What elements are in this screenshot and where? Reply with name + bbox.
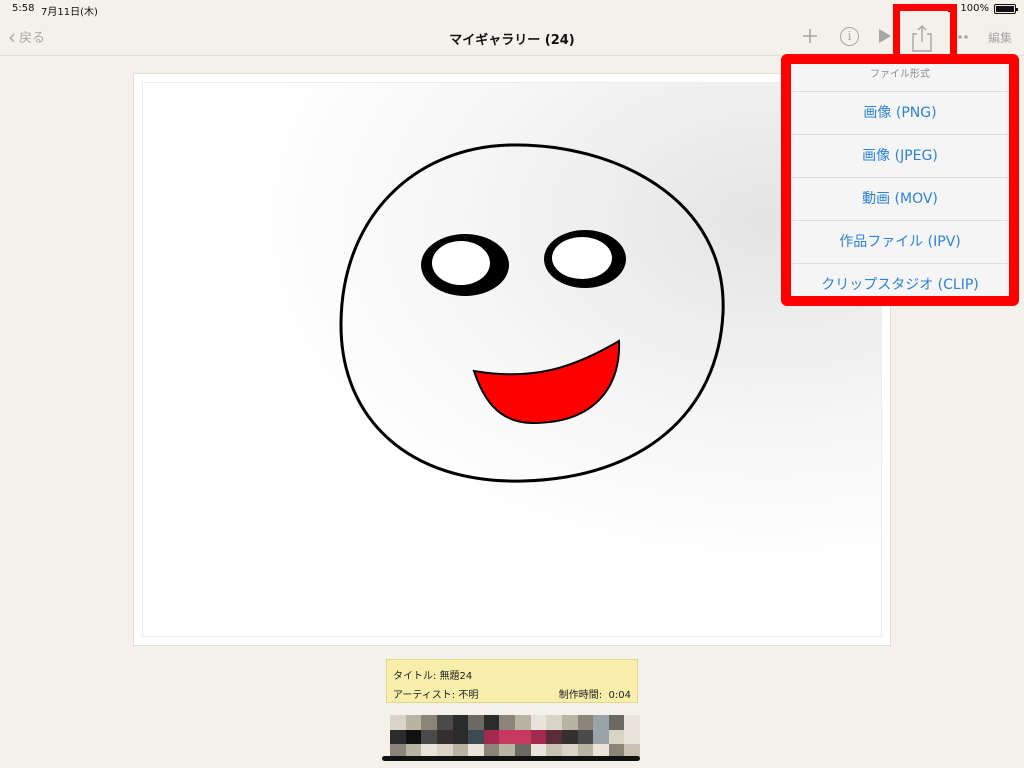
thumbnail-pixel: [577, 729, 594, 745]
thumbnail-pixel: [483, 729, 500, 745]
thumbnail-pixel: [468, 715, 484, 730]
thumbnail-pixel: [608, 715, 625, 730]
artist-label: アーティスト:: [393, 690, 456, 701]
thumbnail-pixel: [624, 715, 640, 730]
thumbnail-pixel: [546, 729, 562, 745]
title-label: タイトル:: [393, 671, 437, 682]
thumbnail-pixel: [390, 729, 406, 745]
title-value: 無題24: [439, 671, 473, 682]
thumbnail-pixel: [405, 729, 422, 745]
thumbnail-pixel: [561, 715, 578, 730]
title-row: タイトル: 無題24: [393, 667, 472, 682]
thumbnail-pixel: [436, 715, 453, 730]
thumbnail-pixel: [515, 729, 531, 745]
face-outline: [339, 143, 725, 483]
time-row: 制作時間: 0:04: [559, 686, 631, 701]
artist-row: アーティスト: 不明: [393, 686, 478, 701]
thumbnail-pixel: [421, 715, 437, 730]
thumbnail-strip[interactable]: [390, 715, 640, 759]
thumbnail-pixel: [390, 715, 406, 730]
mouth: [472, 339, 621, 425]
thumbnail-pixel: [452, 715, 469, 730]
thumbnail-pixel: [499, 715, 515, 730]
thumbnail-pixel: [577, 715, 594, 730]
status-bar: 5:58 7月11日(木) 100%: [0, 0, 1024, 18]
thumbnail-pixel: [546, 715, 562, 730]
more-icon[interactable]: [958, 35, 972, 39]
plus-icon[interactable]: [802, 28, 818, 44]
play-icon[interactable]: [879, 29, 891, 43]
navigation-bar: ‹ 戻る マイギャラリー (24) 編集: [0, 18, 1024, 56]
thumbnail-pixel: [608, 729, 625, 745]
thumbnail-pixel: [499, 729, 515, 745]
status-time: 5:58: [12, 3, 35, 14]
thumbnail-pixel: [530, 715, 547, 730]
artwork-canvas[interactable]: [133, 73, 891, 646]
popover-highlight: [781, 54, 1019, 306]
page-title: マイギャラリー (24): [449, 33, 575, 48]
thumbnail-pixel: [624, 729, 640, 745]
artist-value: 不明: [458, 690, 479, 701]
thumbnail-pixel: [561, 729, 578, 745]
info-icon[interactable]: i: [840, 27, 859, 46]
status-date: 7月11日(木): [41, 7, 98, 18]
thumbnail-pixel: [593, 715, 609, 730]
share-icon[interactable]: [908, 24, 936, 54]
thumbnail-pixel: [530, 729, 547, 745]
time-value: 0:04: [608, 690, 631, 701]
thumbnail-pixel: [405, 715, 422, 730]
artwork-info-card: タイトル: 無題24 アーティスト: 不明 制作時間: 0:04: [386, 659, 638, 703]
thumbnail-pixel: [436, 729, 453, 745]
battery-icon: [994, 3, 1018, 14]
thumbnail-pixel: [593, 729, 609, 745]
home-indicator: [382, 756, 640, 761]
thumbnail-pixel: [452, 729, 469, 745]
battery-percent: 100%: [960, 3, 989, 14]
thumbnail-pixel: [515, 715, 531, 730]
thumbnail-pixel: [483, 715, 500, 730]
thumbnail-pixel: [468, 729, 484, 745]
edit-button[interactable]: 編集: [988, 29, 1012, 46]
artwork-inner: [142, 82, 882, 637]
smiley-drawing: [339, 143, 725, 483]
thumbnail-pixel: [421, 729, 437, 745]
time-label: 制作時間:: [558, 690, 603, 701]
